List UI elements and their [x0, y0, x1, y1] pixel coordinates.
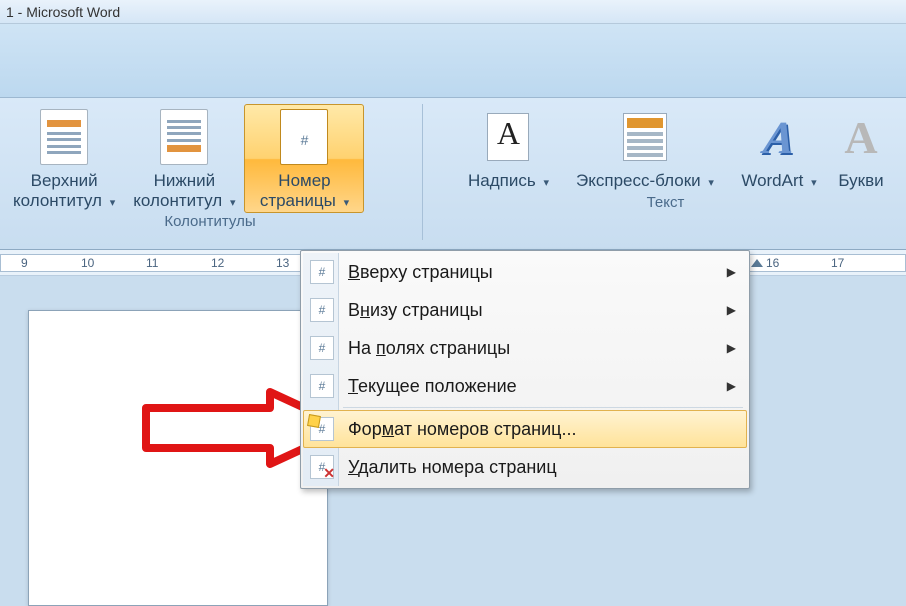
- group-text-label: Текст: [455, 194, 906, 215]
- page-top-icon: #: [310, 260, 334, 284]
- ruler-num: 13: [276, 256, 289, 270]
- group-header-footer-label: Колонтитулы: [0, 213, 420, 234]
- ruler-num: 16: [766, 256, 779, 270]
- group-text: A Надпись Экспресс-блоки A Word: [455, 98, 906, 249]
- textbox-icon: A: [485, 109, 531, 165]
- format-numbers-icon: #: [310, 417, 334, 441]
- menu-item-label: Внизу страницы: [348, 300, 483, 321]
- dropcap-button[interactable]: A Букви: [826, 104, 896, 194]
- titlebar: 1 - Microsoft Word: [0, 0, 906, 24]
- menu-separator: [343, 407, 743, 408]
- wordart-button[interactable]: A WordArt: [732, 104, 826, 194]
- textbox-label: Надпись: [468, 171, 536, 190]
- submenu-arrow-icon: ▶: [727, 303, 736, 317]
- pagenum-label-2: страницы: [260, 191, 336, 210]
- ribbon: Верхний колонтитул Нижний колонтитул #: [0, 98, 906, 250]
- footer-label-2: колонтитул: [133, 191, 222, 210]
- group-header-footer: Верхний колонтитул Нижний колонтитул #: [0, 98, 420, 249]
- remove-numbers-icon: #: [310, 455, 334, 479]
- ribbon-tabs-area: [0, 24, 906, 98]
- footer-label-1: Нижний: [154, 171, 216, 190]
- textbox-button[interactable]: A Надпись: [459, 104, 558, 194]
- indent-marker[interactable]: [751, 259, 763, 267]
- group-separator: [422, 104, 423, 240]
- header-icon: [40, 109, 88, 165]
- menu-item-top-of-page[interactable]: # Вверху страницы ▶: [303, 253, 747, 291]
- menu-item-label: Вверху страницы: [348, 262, 493, 283]
- header-button[interactable]: Верхний колонтитул: [4, 104, 124, 213]
- footer-button[interactable]: Нижний колонтитул: [124, 104, 244, 213]
- header-label-1: Верхний: [31, 171, 98, 190]
- submenu-arrow-icon: ▶: [727, 341, 736, 355]
- header-label-2: колонтитул: [13, 191, 102, 210]
- menu-item-current-position[interactable]: # Текущее положение ▶: [303, 367, 747, 405]
- window-title: 1 - Microsoft Word: [6, 4, 120, 20]
- footer-icon: [160, 109, 208, 165]
- page-number-icon: #: [280, 109, 328, 165]
- page-margins-icon: #: [310, 336, 334, 360]
- menu-item-label: Формат номеров страниц...: [348, 419, 576, 440]
- submenu-arrow-icon: ▶: [727, 379, 736, 393]
- quickparts-button[interactable]: Экспресс-блоки: [558, 104, 732, 194]
- quickparts-label: Экспресс-блоки: [576, 171, 701, 190]
- page-bottom-icon: #: [310, 298, 334, 322]
- dropcap-label: Букви: [838, 171, 883, 190]
- menu-item-remove-page-numbers[interactable]: # Удалить номера страниц: [303, 448, 747, 486]
- pagenum-label-1: Номер: [278, 171, 330, 190]
- menu-item-page-margins[interactable]: # На полях страницы ▶: [303, 329, 747, 367]
- dropcap-icon: A: [838, 109, 884, 165]
- current-position-icon: #: [310, 374, 334, 398]
- ruler-num: 11: [146, 256, 158, 270]
- menu-item-bottom-of-page[interactable]: # Внизу страницы ▶: [303, 291, 747, 329]
- quickparts-icon: [622, 109, 668, 165]
- ruler-num: 10: [81, 256, 94, 270]
- ruler-num: 9: [21, 256, 28, 270]
- submenu-arrow-icon: ▶: [727, 265, 736, 279]
- wordart-icon: A: [756, 109, 802, 165]
- menu-item-format-page-numbers[interactable]: # Формат номеров страниц...: [303, 410, 747, 448]
- ruler-num: 17: [831, 256, 844, 270]
- page-number-button[interactable]: # Номер страницы: [244, 104, 364, 213]
- menu-item-label: На полях страницы: [348, 338, 510, 359]
- page-number-menu: # Вверху страницы ▶ # Внизу страницы ▶ #…: [300, 250, 750, 489]
- menu-item-label: Текущее положение: [348, 376, 517, 397]
- wordart-label: WordArt: [741, 171, 803, 190]
- ruler-num: 12: [211, 256, 224, 270]
- menu-item-label: Удалить номера страниц: [348, 457, 557, 478]
